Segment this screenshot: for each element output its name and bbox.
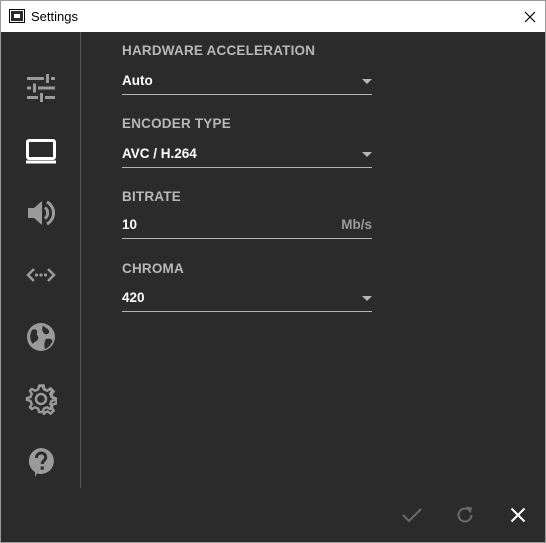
hardware-acceleration-value: Auto bbox=[122, 73, 153, 88]
chroma-label: CHROMA bbox=[122, 261, 184, 276]
bitrate-value: 10 bbox=[122, 217, 138, 232]
cancel-button[interactable] bbox=[503, 500, 533, 530]
sidebar-item-advanced[interactable] bbox=[1, 375, 80, 423]
refresh-icon bbox=[457, 506, 473, 523]
settings-window: Settings HARDWARE ACCELERATION Auto ENCO… bbox=[0, 0, 546, 543]
code-arrows-icon bbox=[25, 268, 56, 282]
help-icon bbox=[28, 448, 54, 477]
sidebar-item-internet[interactable] bbox=[1, 313, 80, 361]
apply-button[interactable] bbox=[397, 500, 427, 530]
encoder-type-label: ENCODER TYPE bbox=[122, 116, 231, 131]
bitrate-label: BITRATE bbox=[122, 189, 181, 204]
sliders-icon bbox=[26, 74, 55, 102]
close-icon bbox=[510, 507, 526, 523]
gear-icon bbox=[25, 384, 57, 415]
check-icon bbox=[402, 508, 422, 523]
dropdown-arrow-icon bbox=[362, 79, 372, 84]
reset-button[interactable] bbox=[450, 500, 480, 530]
app-window-icon bbox=[9, 8, 25, 24]
speaker-icon bbox=[27, 200, 55, 226]
chroma-value: 420 bbox=[122, 290, 145, 305]
sidebar-item-network[interactable] bbox=[1, 251, 80, 299]
sidebar-item-general[interactable] bbox=[1, 64, 80, 112]
globe-icon bbox=[26, 323, 55, 351]
title-bar: Settings bbox=[1, 1, 545, 32]
monitor-icon bbox=[25, 139, 56, 164]
encoder-type-value: AVC / H.264 bbox=[122, 146, 197, 161]
sidebar bbox=[1, 32, 81, 488]
dropdown-arrow-icon bbox=[362, 296, 372, 301]
bitrate-input[interactable]: 10 Mb/s bbox=[122, 213, 372, 239]
window-close-button[interactable] bbox=[515, 1, 545, 32]
bitrate-unit: Mb/s bbox=[341, 217, 372, 232]
chroma-select[interactable]: 420 bbox=[122, 286, 372, 312]
dropdown-arrow-icon bbox=[362, 152, 372, 157]
window-close-icon bbox=[524, 11, 536, 22]
sidebar-item-video[interactable] bbox=[1, 127, 80, 175]
sidebar-item-help[interactable] bbox=[1, 438, 80, 486]
window-title: Settings bbox=[31, 9, 78, 24]
hardware-acceleration-select[interactable]: Auto bbox=[122, 69, 372, 95]
encoder-type-select[interactable]: AVC / H.264 bbox=[122, 142, 372, 168]
hardware-acceleration-label: HARDWARE ACCELERATION bbox=[122, 43, 316, 58]
sidebar-item-audio[interactable] bbox=[1, 189, 80, 237]
